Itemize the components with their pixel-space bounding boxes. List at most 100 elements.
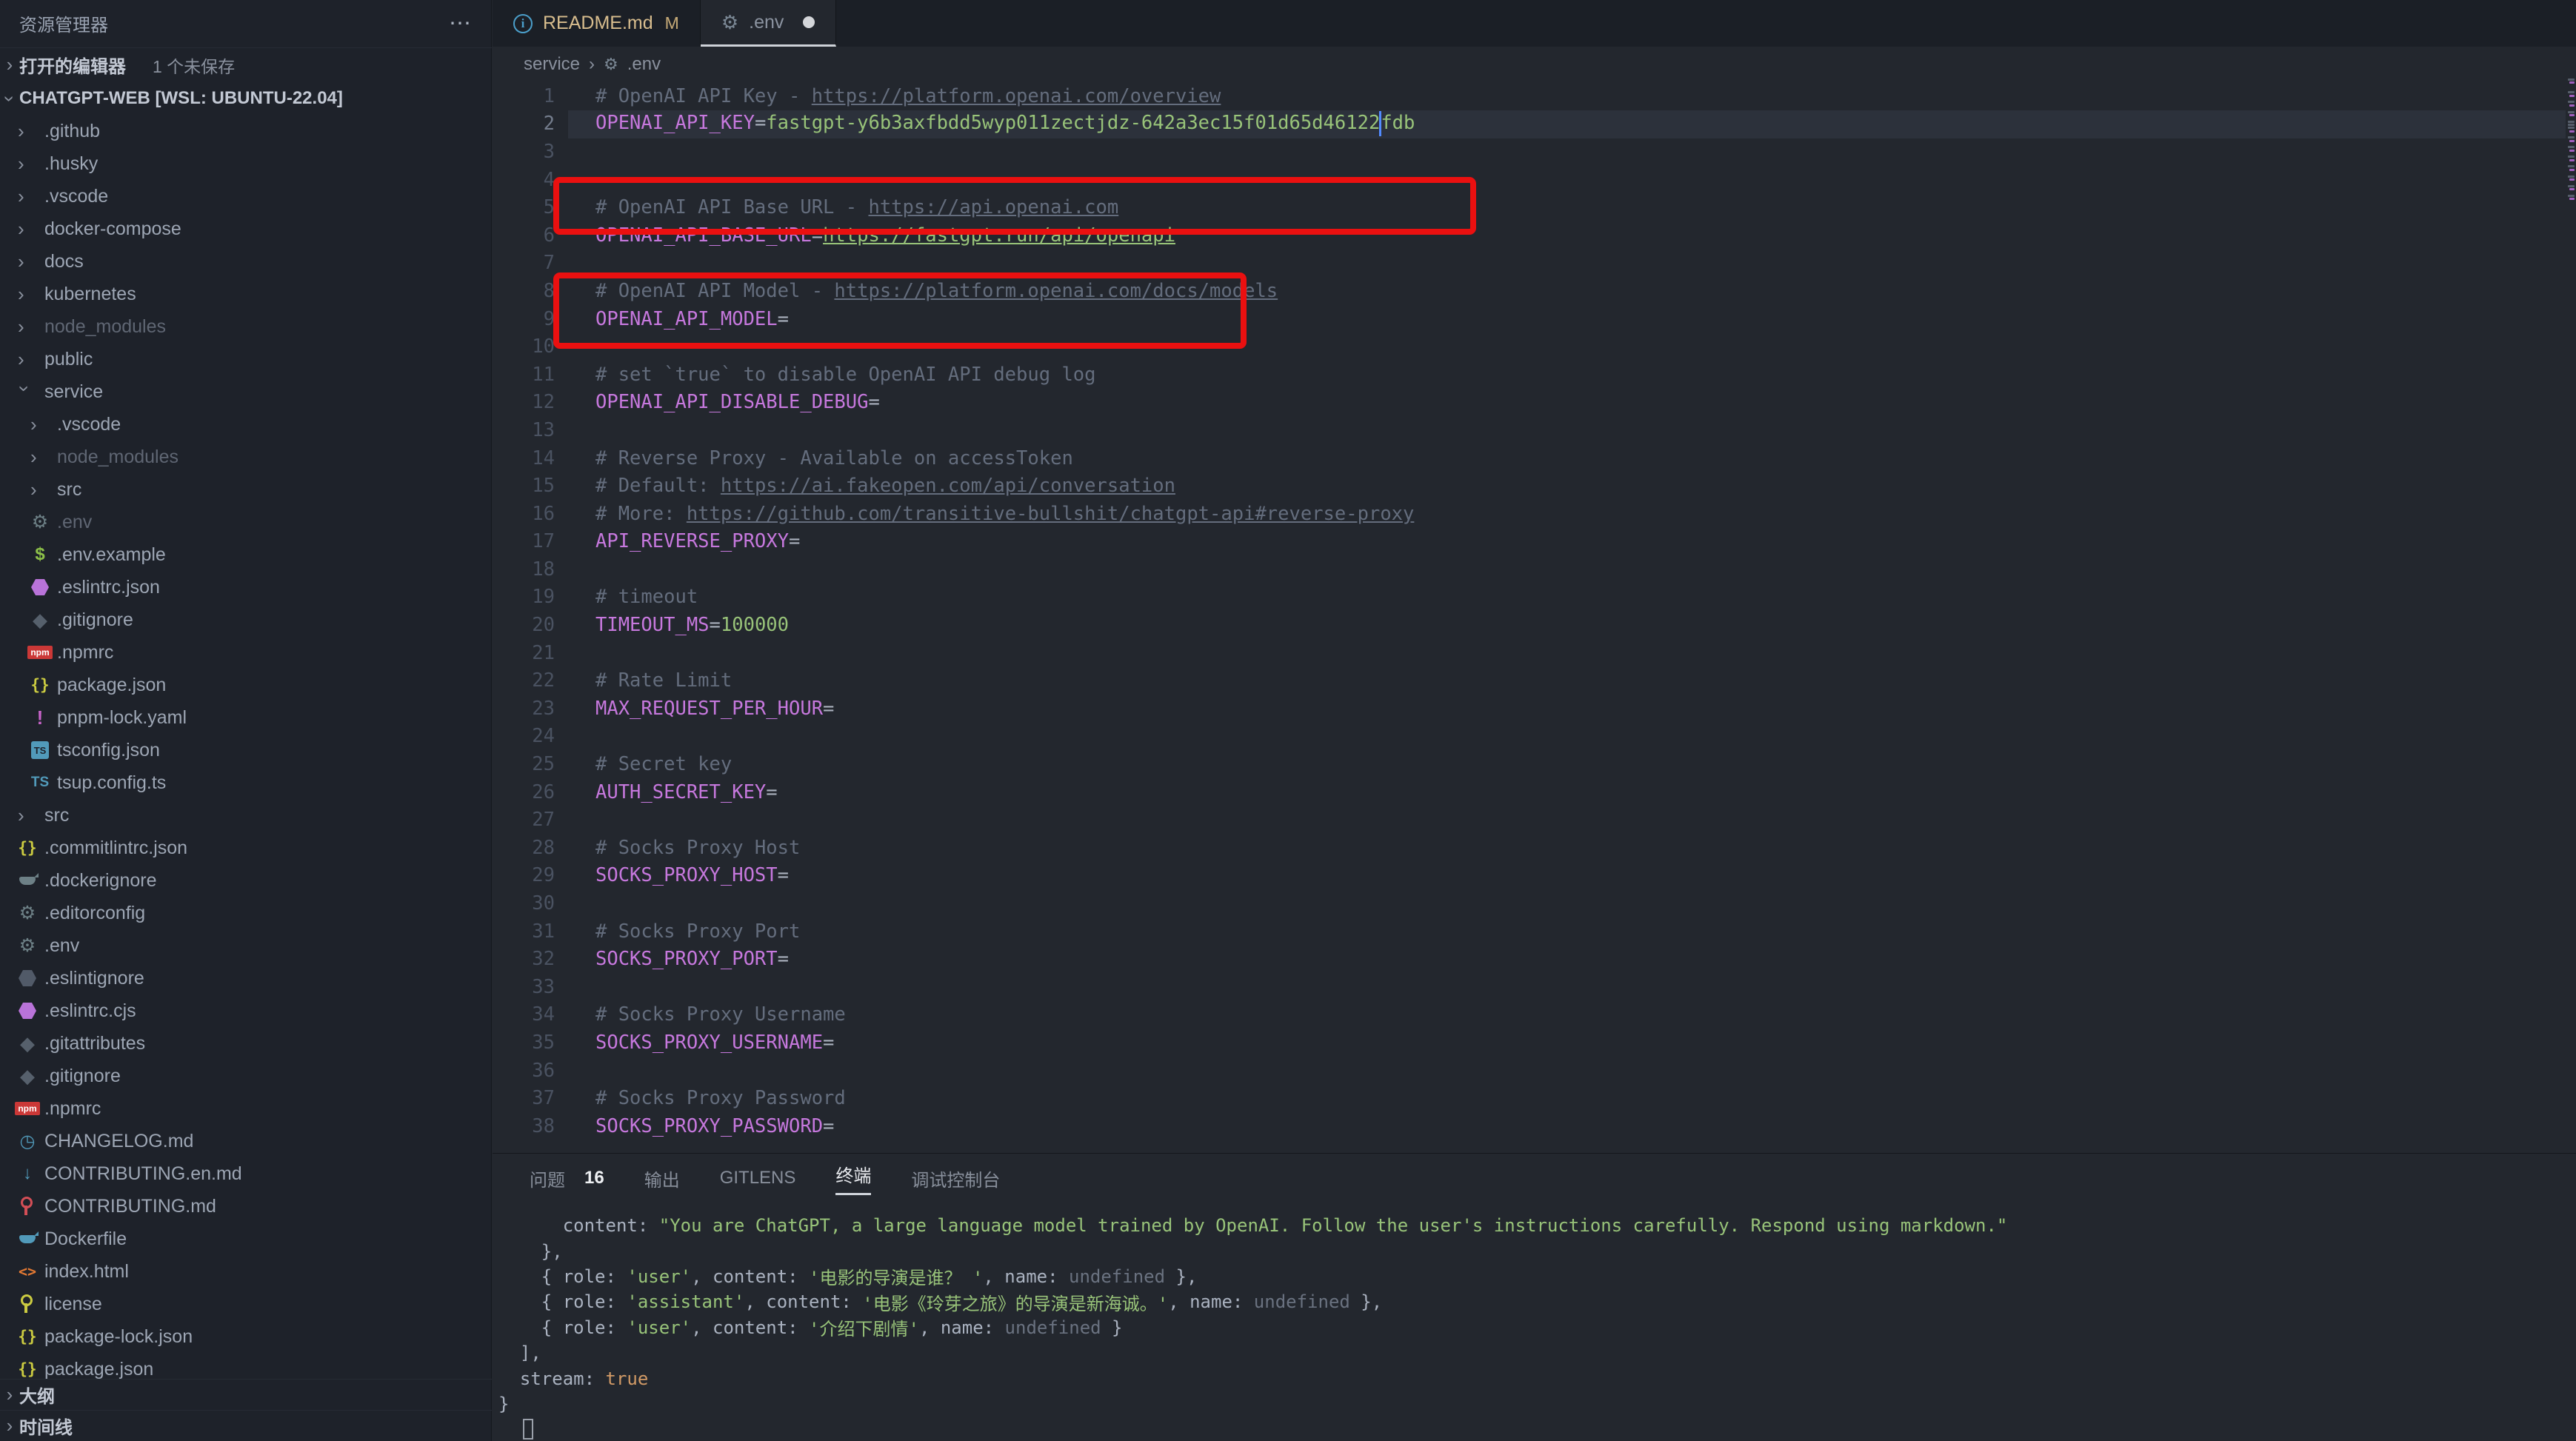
minimap[interactable] [2565,78,2576,523]
tree-item-.vscode[interactable]: ›.vscode [0,180,492,213]
tree-item-docker-compose[interactable]: ›docker-compose [0,213,492,245]
editor-line-24: 24 [493,723,2576,751]
tree-item-node_modules[interactable]: ›node_modules [0,441,492,473]
breadcrumb[interactable]: service › ⚙ .env [493,47,2576,82]
line-number: 3 [493,141,555,163]
tree-item-label: node_modules [44,316,166,338]
tree-item-tsup.config.ts[interactable]: tsup.config.ts [0,766,492,799]
tree-item-package-lock.json[interactable]: package-lock.json [0,1320,492,1353]
panel-tab-GITLENS[interactable]: GITLENS [720,1154,796,1203]
minimap-mark [2569,104,2575,107]
tree-item-CHANGELOG.md[interactable]: CHANGELOG.md [0,1125,492,1157]
editor-line-2: 2OPENAI_API_KEY=fastgpt-y6b3axfbdd5wyp01… [493,110,2576,138]
tree-item-.npmrc[interactable]: .npmrc [0,636,492,669]
tree-item-.husky[interactable]: ›.husky [0,147,492,180]
line-number: 13 [493,419,555,441]
more-actions-icon[interactable]: ⋯ [449,10,473,36]
sidebar-bottom-sections: ›大纲›时间线 [0,1379,492,1441]
tree-item-label: license [44,1294,102,1315]
tree-item-pnpm-lock.yaml[interactable]: pnpm-lock.yaml [0,701,492,734]
line-number: 6 [493,224,555,247]
tree-item-.dockerignore[interactable]: .dockerignore [0,864,492,897]
ts-text-icon [27,772,53,794]
tree-item-.editorconfig[interactable]: .editorconfig [0,897,492,929]
tree-item-.eslintrc.cjs[interactable]: .eslintrc.cjs [0,994,492,1027]
line-number: 27 [493,809,555,831]
editor-line-13: 13 [493,416,2576,444]
dirty-dot-icon[interactable] [803,16,815,28]
folder-chevron: › [15,153,43,175]
panel-tab-终端[interactable]: 终端 [835,1154,871,1203]
chevron-right-icon: › [15,250,34,273]
vscode-window: 资源管理器 ⋯ › 打开的编辑器 1 个未保存 › CHATGPT-WEB [W… [0,0,2576,1441]
minimap-mark [2569,140,2575,142]
tree-item-CONTRIBUTING.md[interactable]: CONTRIBUTING.md [0,1190,492,1223]
panel-tab-问题[interactable]: 问题16 [530,1154,604,1203]
open-editors-section[interactable]: › 打开的编辑器 1 个未保存 [0,47,492,81]
chevron-right-icon: › [15,283,34,306]
chevron-right-icon: › [15,153,34,175]
minimap-mark [2568,165,2575,167]
minimap-mark [2568,156,2575,158]
tree-item-src[interactable]: ›src [0,473,492,506]
folder-chevron: › [15,120,43,143]
tree-item-.env[interactable]: .env [0,506,492,538]
editor-line-37: 37# Socks Proxy Password [493,1084,2576,1112]
line-number: 7 [493,252,555,274]
editor-line-25: 25# Secret key [493,750,2576,778]
file-tree: ›.github›.husky›.vscode›docker-compose›d… [0,115,492,1385]
minimap-mark [2568,146,2575,148]
tree-item-.gitattributes[interactable]: .gitattributes [0,1027,492,1060]
tree-item-.env.example[interactable]: .env.example [0,538,492,571]
tree-item-service[interactable]: ›service [0,375,492,408]
npm-icon [15,1102,40,1115]
line-number: 16 [493,503,555,525]
minimap-mark [2569,178,2575,181]
eslint-icon [31,579,49,595]
tree-item-CONTRIBUTING.en.md[interactable]: CONTRIBUTING.en.md [0,1157,492,1190]
tab-README.md[interactable]: iREADME.mdM [493,0,701,47]
tree-item-src[interactable]: ›src [0,799,492,832]
whale-gray-icon [15,869,40,892]
tree-item-docs[interactable]: ›docs [0,245,492,278]
arrow-down-icon [15,1163,40,1185]
panel-tab-输出[interactable]: 输出 [644,1154,680,1203]
tree-item-.github[interactable]: ›.github [0,115,492,147]
line-number: 30 [493,892,555,915]
tree-item-node_modules[interactable]: ›node_modules [0,310,492,343]
tree-item-.gitignore[interactable]: .gitignore [0,604,492,636]
folder-chevron: › [15,348,43,371]
tree-item-.commitlintrc.json[interactable]: .commitlintrc.json [0,832,492,864]
tree-item-label: package-lock.json [44,1326,193,1348]
tree-item-package.json[interactable]: package.json [0,669,492,701]
tree-item-.vscode[interactable]: ›.vscode [0,408,492,441]
terminal-output[interactable]: content: "You are ChatGPT, a large langu… [498,1213,2576,1441]
tab-.env[interactable]: ⚙.env [701,0,837,47]
sidebar-section-大纲[interactable]: ›大纲 [0,1379,492,1410]
workspace-root-item[interactable]: › CHATGPT-WEB [WSL: UBUNTU-22.04] [0,81,492,116]
chevron-right-icon: › [15,804,34,827]
tree-item-index.html[interactable]: index.html [0,1255,492,1288]
terminal-line-4: { role: 'assistant', content: '电影《玲芽之旅》的… [498,1289,2576,1314]
tree-item-.eslintignore[interactable]: .eslintignore [0,962,492,994]
tree-item-label: package.json [44,1359,153,1380]
code-editor[interactable]: 1# OpenAI API Key - https://platform.ope… [493,82,2576,1153]
tree-item-.env[interactable]: .env [0,929,492,962]
tree-item-tsconfig.json[interactable]: tsconfig.json [0,734,492,766]
tree-item-.eslintrc.json[interactable]: .eslintrc.json [0,571,492,604]
breadcrumb-file[interactable]: .env [627,54,661,75]
tree-item-kubernetes[interactable]: ›kubernetes [0,278,492,310]
tree-item-.gitignore[interactable]: .gitignore [0,1060,492,1092]
tree-item-.npmrc[interactable]: .npmrc [0,1092,492,1125]
tree-item-license[interactable]: license [0,1288,492,1320]
panel-tab-调试控制台[interactable]: 调试控制台 [911,1154,1000,1203]
editor-line-20: 20TIMEOUT_MS=100000 [493,611,2576,639]
explorer-title-row: 资源管理器 ⋯ [0,0,492,46]
sidebar-section-时间线[interactable]: ›时间线 [0,1410,492,1441]
bottom-panel: 问题16 输出 GITLENS 终端调试控制台 content: "You are C… [493,1153,2576,1441]
breadcrumb-folder[interactable]: service [524,54,580,75]
terminal-cursor [523,1419,533,1440]
tree-item-Dockerfile[interactable]: Dockerfile [0,1223,492,1255]
tree-item-public[interactable]: ›public [0,343,492,375]
problems-count: 16 [584,1168,604,1188]
